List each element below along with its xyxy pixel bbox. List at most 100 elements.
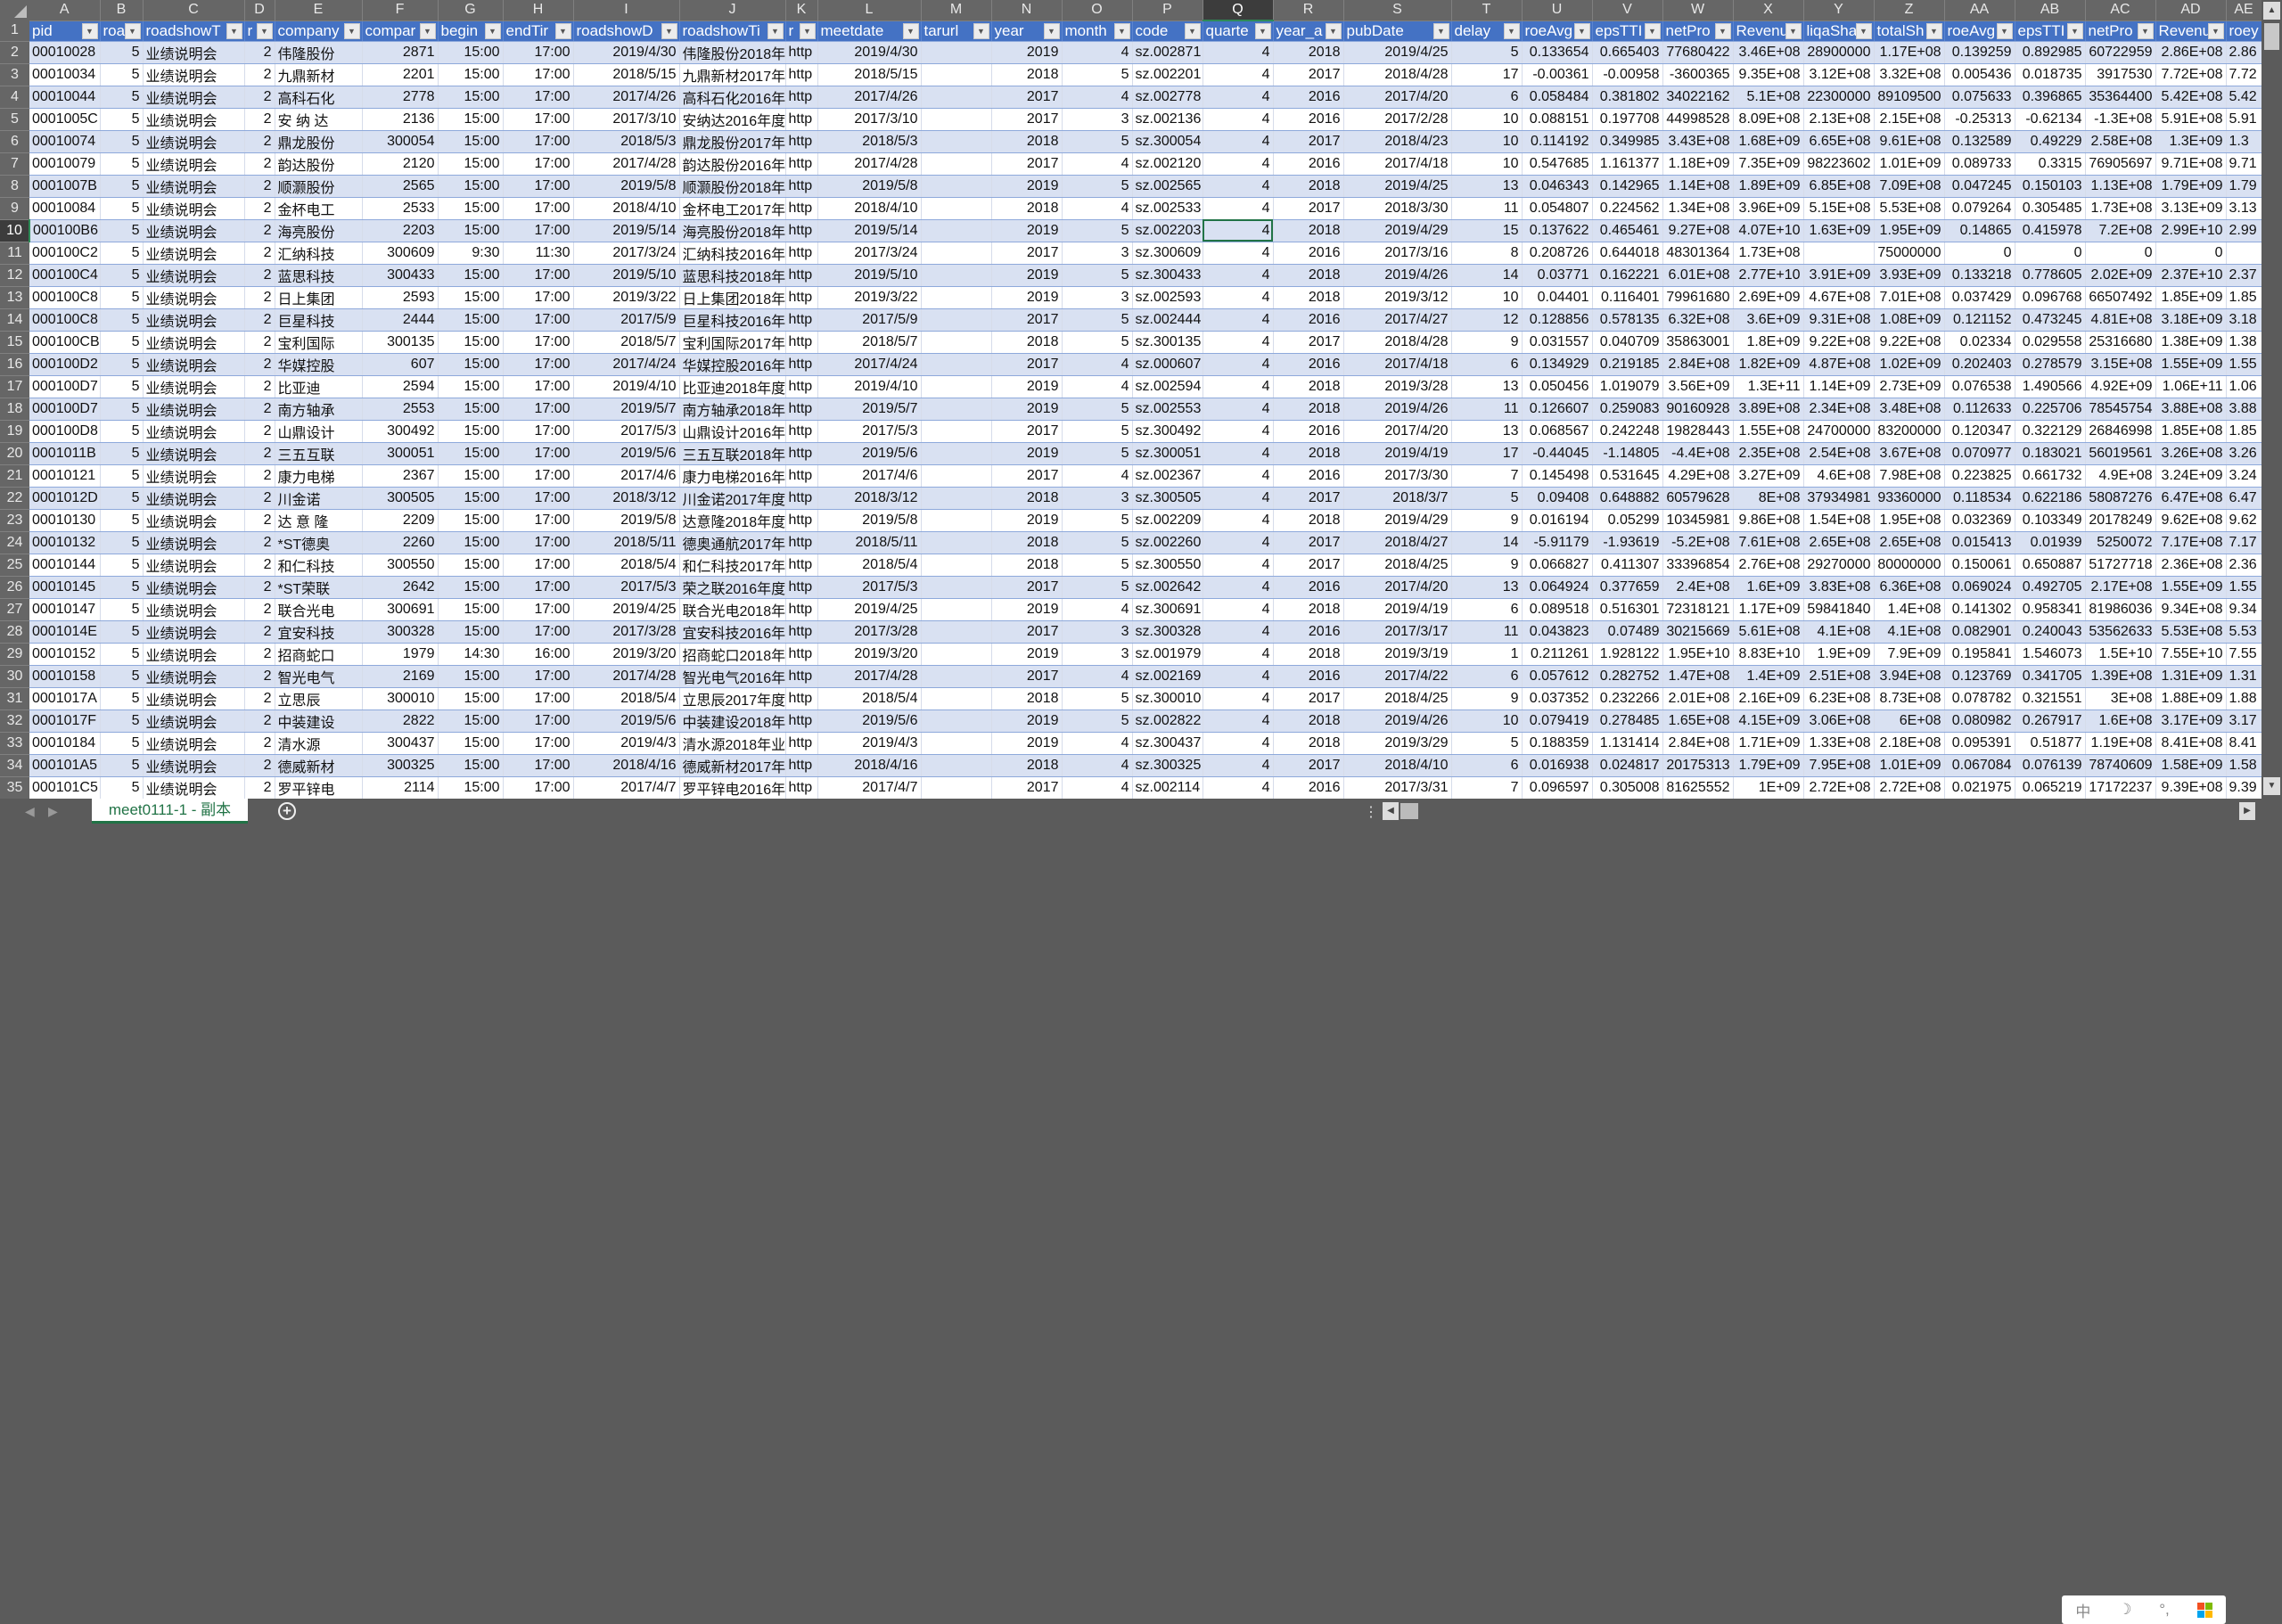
cell-AA8[interactable]: 0.047245 [1944, 175, 2015, 198]
cell-P19[interactable]: sz.300492 [1132, 420, 1203, 443]
cell-G13[interactable]: 15:00 [438, 286, 504, 309]
cell-B9[interactable]: 5 [100, 197, 144, 220]
cell-W11[interactable]: 48301364 [1662, 242, 1734, 265]
cell-AE31[interactable]: 1.88 [2226, 687, 2261, 710]
cell-AB33[interactable]: 0.51877 [2015, 732, 2086, 755]
cell-H30[interactable]: 17:00 [503, 665, 574, 688]
cell-AE4[interactable]: 5.42 [2226, 86, 2261, 109]
cell-W23[interactable]: 10345981 [1662, 509, 1734, 532]
cell-AC33[interactable]: 1.19E+08 [2085, 732, 2156, 755]
ime-settings-icon[interactable] [2196, 1602, 2212, 1618]
cell-T33[interactable]: 5 [1451, 732, 1523, 755]
cell-U10[interactable]: 0.137622 [1522, 219, 1593, 242]
cell-U28[interactable]: 0.043823 [1522, 620, 1593, 644]
cell-J23[interactable]: 达意隆2018年度 [679, 509, 786, 532]
column-header-G[interactable]: G [438, 0, 504, 21]
cell-M20[interactable] [921, 442, 992, 465]
cell-L14[interactable]: 2017/5/9 [817, 308, 922, 332]
cell-F27[interactable]: 300691 [362, 598, 439, 621]
cell-Z29[interactable]: 7.9E+09 [1874, 643, 1945, 666]
cell-L34[interactable]: 2018/4/16 [817, 754, 922, 777]
row-header-29[interactable]: 29 [0, 643, 29, 666]
cell-AA13[interactable]: 0.037429 [1944, 286, 2015, 309]
cell-AE28[interactable]: 5.53 [2226, 620, 2261, 644]
cell-AE33[interactable]: 8.41 [2226, 732, 2261, 755]
row-header-10[interactable]: 10 [0, 219, 30, 242]
cell-J4[interactable]: 高科石化2016年 [679, 86, 786, 109]
cell-N10[interactable]: 2019 [991, 219, 1063, 242]
cell-AD3[interactable]: 7.72E+08 [2155, 63, 2227, 86]
column-header-Z[interactable]: Z [1874, 0, 1945, 21]
cell-A30[interactable]: 00010158 [29, 665, 101, 688]
cell-B26[interactable]: 5 [100, 576, 144, 599]
cell-L12[interactable]: 2019/5/10 [817, 264, 922, 287]
scroll-up-arrow-icon[interactable]: ▲ [2263, 2, 2280, 20]
cell-M34[interactable] [921, 754, 992, 777]
cell-W13[interactable]: 79961680 [1662, 286, 1734, 309]
cell-W9[interactable]: 1.34E+08 [1662, 197, 1734, 220]
cell-E25[interactable]: 和仁科技 [275, 554, 363, 577]
cell-C2[interactable]: 业绩说明会 [143, 41, 245, 64]
column-title[interactable]: year_a ▼ [1273, 21, 1344, 42]
cell-R32[interactable]: 2018 [1273, 709, 1344, 733]
cell-K4[interactable]: http [785, 86, 818, 109]
cell-I10[interactable]: 2019/5/14 [573, 219, 680, 242]
cell-L7[interactable]: 2017/4/28 [817, 152, 922, 176]
cell-U12[interactable]: 0.03771 [1522, 264, 1593, 287]
cell-L8[interactable]: 2019/5/8 [817, 175, 922, 198]
cell-G22[interactable]: 15:00 [438, 487, 504, 510]
cell-L21[interactable]: 2017/4/6 [817, 464, 922, 488]
cell-U20[interactable]: -0.44045 [1522, 442, 1593, 465]
cell-L16[interactable]: 2017/4/24 [817, 353, 922, 376]
column-title[interactable]: Revenu ▼ [1733, 21, 1804, 42]
cell-D17[interactable]: 2 [244, 375, 275, 398]
row-header-2[interactable]: 2 [0, 41, 29, 64]
cell-AC25[interactable]: 51727718 [2085, 554, 2156, 577]
cell-AB24[interactable]: 0.01939 [2015, 531, 2086, 554]
cell-A3[interactable]: 00010034 [29, 63, 101, 86]
cell-Q15[interactable]: 4 [1203, 331, 1274, 354]
cell-AB21[interactable]: 0.661732 [2015, 464, 2086, 488]
cell-AE13[interactable]: 1.85 [2226, 286, 2261, 309]
cell-A4[interactable]: 00010044 [29, 86, 101, 109]
cell-E8[interactable]: 顺灏股份 [275, 175, 363, 198]
cell-S15[interactable]: 2018/4/28 [1343, 331, 1452, 354]
cell-L28[interactable]: 2017/3/28 [817, 620, 922, 644]
cell-X26[interactable]: 1.6E+09 [1733, 576, 1804, 599]
cell-F34[interactable]: 300325 [362, 754, 439, 777]
filter-dropdown-icon[interactable]: ▼ [124, 22, 141, 39]
cell-A12[interactable]: 000100C4 [29, 264, 101, 287]
cell-J26[interactable]: 荣之联2016年度 [679, 576, 786, 599]
cell-T34[interactable]: 6 [1451, 754, 1523, 777]
cell-A8[interactable]: 0001007B [29, 175, 101, 198]
column-title[interactable]: roeAvg ▼ [1522, 21, 1593, 42]
cell-W25[interactable]: 33396854 [1662, 554, 1734, 577]
cell-R14[interactable]: 2016 [1273, 308, 1344, 332]
cell-AC31[interactable]: 3E+08 [2085, 687, 2156, 710]
filter-dropdown-icon[interactable]: ▼ [799, 22, 816, 39]
cell-J25[interactable]: 和仁科技2017年 [679, 554, 786, 577]
cell-M26[interactable] [921, 576, 992, 599]
cell-AB27[interactable]: 0.958341 [2015, 598, 2086, 621]
cell-L2[interactable]: 2019/4/30 [817, 41, 922, 64]
cell-S22[interactable]: 2018/3/7 [1343, 487, 1452, 510]
cell-Z12[interactable]: 3.93E+09 [1874, 264, 1945, 287]
cell-L4[interactable]: 2017/4/26 [817, 86, 922, 109]
cell-C29[interactable]: 业绩说明会 [143, 643, 245, 666]
cell-R7[interactable]: 2016 [1273, 152, 1344, 176]
cell-AD28[interactable]: 5.53E+08 [2155, 620, 2227, 644]
cell-K28[interactable]: http [785, 620, 818, 644]
cell-AD35[interactable]: 9.39E+08 [2155, 776, 2227, 799]
cell-B32[interactable]: 5 [100, 709, 144, 733]
cell-N25[interactable]: 2018 [991, 554, 1063, 577]
cell-Z18[interactable]: 3.48E+08 [1874, 398, 1945, 421]
cell-M9[interactable] [921, 197, 992, 220]
cell-M2[interactable] [921, 41, 992, 64]
cell-T26[interactable]: 13 [1451, 576, 1523, 599]
cell-Q8[interactable]: 4 [1203, 175, 1274, 198]
cell-AB17[interactable]: 1.490566 [2015, 375, 2086, 398]
cell-AA33[interactable]: 0.095391 [1944, 732, 2015, 755]
cell-R20[interactable]: 2018 [1273, 442, 1344, 465]
cell-A20[interactable]: 0001011B [29, 442, 101, 465]
cell-Z28[interactable]: 4.1E+08 [1874, 620, 1945, 644]
